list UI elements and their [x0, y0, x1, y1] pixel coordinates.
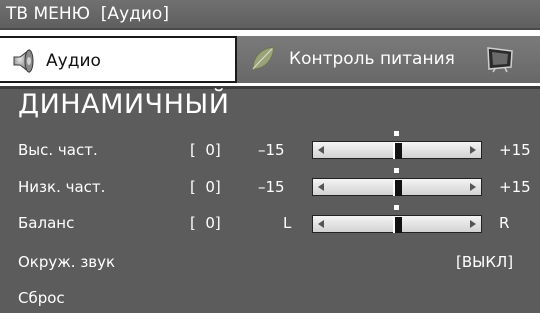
slider-right-arrow-icon[interactable]: [470, 183, 476, 191]
balance-label[interactable]: Баланс: [18, 214, 74, 232]
tv-icon: [487, 47, 513, 73]
surround-label[interactable]: Окруж. звук: [18, 253, 115, 271]
leaf-icon: [252, 46, 275, 70]
reset-option[interactable]: Сброс: [18, 289, 65, 307]
bass-max-label: +15: [499, 178, 531, 196]
treble-slider[interactable]: [312, 141, 482, 159]
balance-max-label: R: [499, 214, 510, 232]
treble-slider-knob[interactable]: [393, 143, 402, 159]
bass-label[interactable]: Низк. част.: [18, 178, 105, 196]
treble-max-label: +15: [499, 141, 531, 159]
balance-slider-knob[interactable]: [393, 217, 402, 233]
balance-value: [ 0]: [190, 214, 221, 232]
bass-slider-knob[interactable]: [393, 180, 402, 196]
tab-audio-label: Аудио: [46, 51, 101, 71]
tab-power-control[interactable]: Контроль питания: [237, 36, 540, 83]
sound-mode-title[interactable]: ДИНАМИЧНЫЙ: [18, 89, 229, 120]
bass-slider[interactable]: [312, 178, 482, 196]
balance-center-mark: [394, 205, 399, 210]
slider-left-arrow-icon[interactable]: [318, 183, 324, 191]
bass-center-mark: [394, 168, 399, 173]
tab-audio[interactable]: Аудио: [0, 36, 237, 83]
slider-left-arrow-icon[interactable]: [318, 220, 324, 228]
slider-right-arrow-icon[interactable]: [470, 220, 476, 228]
treble-label[interactable]: Выс. част.: [18, 141, 98, 159]
slider-right-arrow-icon[interactable]: [470, 146, 476, 154]
treble-center-mark: [394, 131, 399, 136]
audio-settings-panel: [0, 86, 540, 313]
bass-value: [ 0]: [190, 178, 221, 196]
surround-value[interactable]: [ВЫКЛ]: [456, 253, 513, 271]
treble-value: [ 0]: [190, 141, 221, 159]
slider-left-arrow-icon[interactable]: [318, 146, 324, 154]
treble-min-label: –15: [258, 141, 285, 159]
menu-title: ТВ МЕНЮ [Аудио]: [6, 4, 169, 24]
tab-power-label: Контроль питания: [289, 49, 455, 69]
balance-slider[interactable]: [312, 215, 482, 233]
speaker-icon: [13, 48, 34, 74]
balance-min-label: L: [283, 214, 292, 232]
bass-min-label: –15: [258, 178, 285, 196]
